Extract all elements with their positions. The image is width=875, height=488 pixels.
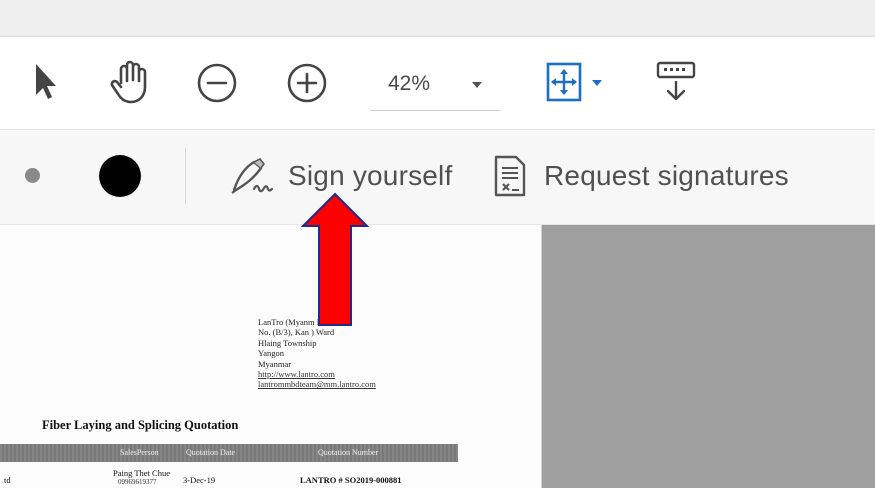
select-tool-button[interactable] [25,58,65,106]
chevron-down-icon [472,82,482,88]
zoom-in-icon [287,63,327,103]
table-cell: 09969619377 [118,478,157,486]
column-header: SalesPerson [120,448,159,457]
toolbar-divider [185,148,186,204]
column-header: Quotation Date [186,448,236,457]
hand-icon [110,60,147,104]
request-signatures-button[interactable]: Request signatures [492,151,789,201]
zoom-out-button[interactable] [192,58,242,108]
pen-sign-icon [231,158,274,194]
viewer-background [542,225,875,488]
zoom-value: 42% [388,72,431,95]
column-header: Quotation Number [318,448,379,457]
table-cell: Paing Thet Chue [113,468,170,478]
email-link[interactable]: lantrommbdteam@mm.lantro.com [258,379,376,389]
zoom-in-button[interactable] [282,58,332,108]
red-arrow-annotation [301,192,369,326]
title-strip [0,0,875,37]
website-link[interactable]: http://www.lantro.com [258,369,376,379]
address-line: Yangon [258,348,285,359]
sign-yourself-label: Sign yourself [288,160,453,191]
scroll-mode-button[interactable] [650,56,702,106]
request-doc-icon [494,155,526,197]
zoom-dropdown[interactable]: 42% [370,58,500,111]
pdf-page: LanTro (Myanm Ltd No. (B/3), Kan ) Ward … [0,225,542,488]
fit-page-button[interactable] [540,58,610,106]
scroll-mode-icon [656,61,696,101]
table-cell: LANTRO # SO2019-000881 [300,475,402,485]
color-dot-large[interactable] [99,155,141,197]
color-dot-small[interactable] [25,168,40,183]
request-signatures-label: Request signatures [544,160,789,191]
address-line: No. (B/3), Kan ) Ward [258,327,335,338]
address-line: Hlaing Township [258,337,317,348]
select-arrow-icon [36,64,56,99]
table-cell: td [4,475,11,485]
fit-page-icon [546,62,602,102]
quotation-title: Fiber Laying and Splicing Quotation [42,418,239,432]
address-line: Myanmar [258,358,292,369]
company-address: LanTro (Myanm Ltd No. (B/3), Kan ) Ward … [258,317,376,390]
table-header: SalesPerson Quotation Date Quotation Num… [0,444,458,462]
table-cell: 3-Dec-19 [183,475,216,485]
hand-tool-button[interactable] [104,56,156,108]
zoom-out-icon [197,63,237,103]
